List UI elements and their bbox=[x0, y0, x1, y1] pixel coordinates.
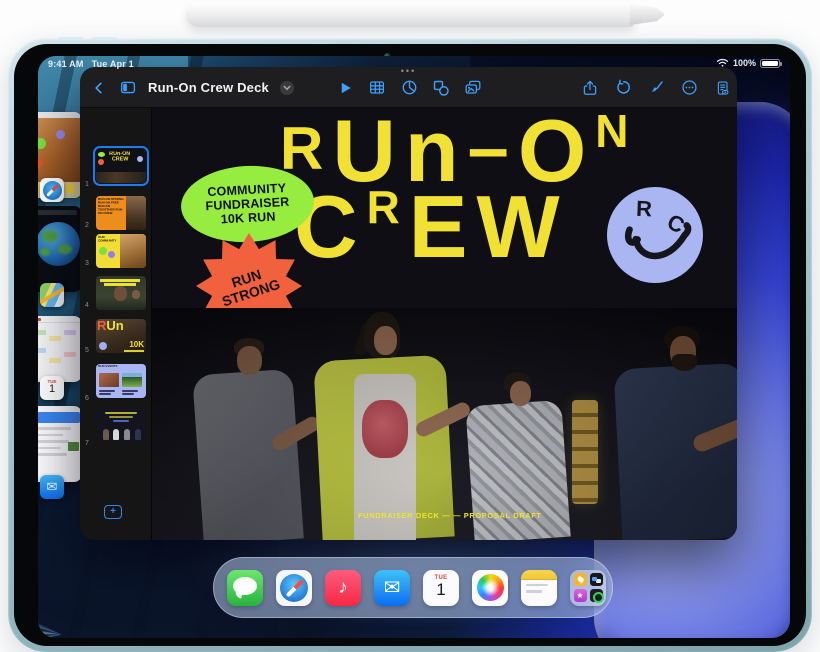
folder-mini-icon-3: ★ bbox=[574, 589, 587, 602]
keynote-window: ••• Run-On Crew Deck bbox=[80, 67, 737, 540]
webpage-sticker-green bbox=[38, 138, 46, 149]
undo-icon[interactable] bbox=[614, 79, 632, 97]
apple-pencil bbox=[186, 2, 634, 27]
slide-row-4: 4 bbox=[80, 276, 152, 310]
maps-search-bar bbox=[38, 210, 77, 215]
shapes-icon[interactable] bbox=[432, 79, 450, 97]
ipad-device: 9:41 AM Tue Apr 1 100% bbox=[8, 38, 812, 652]
smile-curve bbox=[598, 178, 712, 292]
mail-envelope-glyph: ✉ bbox=[384, 575, 401, 600]
media-icon[interactable] bbox=[464, 79, 482, 97]
webpage-sticker-red bbox=[38, 158, 43, 168]
notes-icon[interactable] bbox=[521, 570, 557, 606]
folder-mini-icon-1 bbox=[574, 573, 587, 586]
slide-row-5: 5 RUn 10K bbox=[80, 319, 152, 355]
apps-folder-icon[interactable]: ★ bbox=[570, 570, 606, 606]
maps-globe bbox=[38, 222, 80, 266]
apple-pencil-tip bbox=[630, 4, 664, 25]
mail-envelope-glyph: ✉ bbox=[47, 479, 58, 495]
calendar-window-header bbox=[38, 316, 82, 323]
volume-up-button bbox=[58, 37, 83, 40]
safari-compass bbox=[43, 181, 62, 200]
slide-thumbnail-3[interactable]: OUR COMMUNITY bbox=[96, 234, 146, 268]
battery-icon bbox=[760, 59, 780, 68]
slide-navigator: 1 RUn-ON CREW 2 bbox=[80, 108, 152, 540]
status-time: 9:41 AM bbox=[48, 59, 84, 69]
folder-mini-icon-2 bbox=[590, 573, 603, 586]
slide-thumbnail-5[interactable]: RUn 10K bbox=[96, 319, 146, 353]
safari-dock-icon[interactable] bbox=[276, 570, 312, 606]
slide-caption[interactable]: FUNDRAISER DECK — — PROPOSAL DRAFT bbox=[358, 511, 542, 520]
photos-flower bbox=[477, 574, 504, 601]
more-icon[interactable] bbox=[680, 79, 698, 97]
status-bar: 9:41 AM Tue Apr 1 100% bbox=[38, 56, 790, 72]
status-date: Tue Apr 1 bbox=[92, 59, 134, 69]
mail-photo-attachment bbox=[68, 442, 79, 451]
presenter-notes-icon[interactable] bbox=[713, 79, 731, 97]
share-icon[interactable] bbox=[581, 79, 599, 97]
safari-icon[interactable] bbox=[40, 178, 64, 202]
volume-down-button bbox=[92, 37, 117, 40]
add-slide-button[interactable]: + bbox=[104, 505, 122, 519]
title-chevron-icon[interactable] bbox=[280, 81, 294, 95]
table-icon[interactable] bbox=[368, 79, 386, 97]
slide-thumbnail-7[interactable] bbox=[96, 408, 146, 442]
slide-row-1: 1 RUn-ON CREW bbox=[80, 149, 152, 189]
rc-smiley-badge[interactable]: R C bbox=[598, 178, 712, 292]
slide-row-6: 6 OUR EVENTS bbox=[80, 364, 152, 403]
wifi-icon bbox=[716, 58, 729, 68]
music-note-glyph: ♪ bbox=[338, 577, 348, 599]
slide-thumbnail-1[interactable]: RUn-ON CREW bbox=[96, 149, 146, 183]
slide-thumbnail-2[interactable]: RUN-ON STRONG RUN-ON FREE RUN-ON TOGETHE… bbox=[96, 196, 146, 230]
maps-icon[interactable] bbox=[40, 283, 64, 307]
stage-window-maps[interactable] bbox=[38, 206, 82, 292]
slide-row-3: 3 OUR COMMUNITY bbox=[80, 234, 152, 268]
runners-photo[interactable] bbox=[152, 308, 737, 540]
slide-navigator-icon[interactable] bbox=[119, 79, 137, 97]
dock: ♪ ✉ TUE 1 ★ bbox=[213, 557, 613, 618]
stage-window-mail[interactable] bbox=[38, 406, 82, 482]
battery-percent: 100% bbox=[733, 58, 756, 68]
play-icon[interactable] bbox=[336, 79, 354, 97]
document-title[interactable]: Run-On Crew Deck bbox=[148, 80, 269, 95]
slide-number: 1 bbox=[85, 181, 89, 188]
photos-icon[interactable] bbox=[472, 570, 508, 606]
calendar-day: 1 bbox=[40, 384, 64, 395]
ipad-screen: 9:41 AM Tue Apr 1 100% bbox=[38, 56, 790, 638]
slide-row-2: 2 RUN-ON STRONG RUN-ON FREE RUN-ON TOGET… bbox=[80, 196, 152, 230]
slide-thumbnail-4[interactable] bbox=[96, 276, 146, 310]
mail-dock-icon[interactable]: ✉ bbox=[374, 570, 410, 606]
slide-title[interactable]: RUn–ON CREW bbox=[280, 112, 638, 264]
mail-icon[interactable]: ✉ bbox=[40, 475, 64, 499]
slide-row-7: 7 bbox=[80, 408, 152, 448]
stage-window-calendar[interactable] bbox=[38, 316, 82, 382]
calendar-dock-icon[interactable]: TUE 1 bbox=[423, 570, 459, 606]
safari-webpage-photo bbox=[38, 118, 82, 182]
mail-selected-row bbox=[38, 412, 80, 423]
format-brush-icon[interactable] bbox=[647, 79, 665, 97]
back-icon[interactable] bbox=[90, 79, 108, 97]
webpage-sticker-purple bbox=[56, 130, 65, 139]
product-scene: 9:41 AM Tue Apr 1 100% bbox=[0, 0, 820, 652]
folder-mini-icon-4 bbox=[590, 589, 603, 602]
calendar-icon[interactable]: TUE 1 bbox=[40, 376, 64, 400]
slide-thumbnail-6[interactable]: OUR EVENTS bbox=[96, 364, 146, 398]
messages-icon[interactable] bbox=[227, 570, 263, 606]
slide-canvas[interactable]: RUn–ON CREW COMMUNITY FUNDRAISER 10K RUN bbox=[152, 108, 737, 540]
music-icon[interactable]: ♪ bbox=[325, 570, 361, 606]
chart-icon[interactable] bbox=[400, 79, 418, 97]
